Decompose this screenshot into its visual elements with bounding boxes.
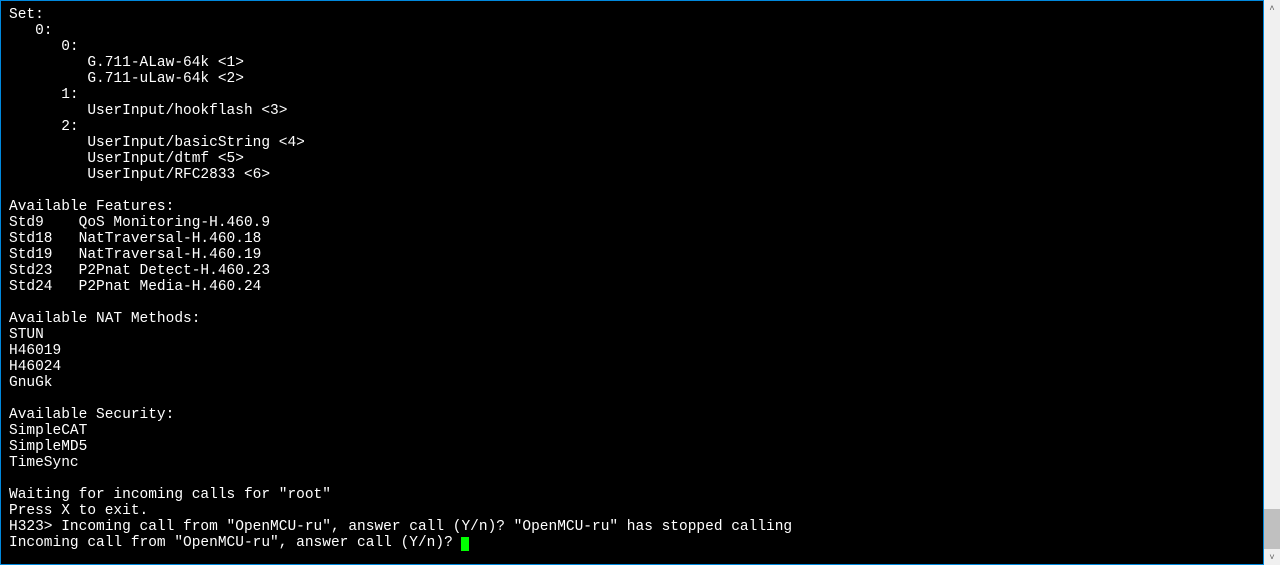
terminal-window: Set: 0: 0: G.711-ALaw-64k <1> G.711-uLaw… <box>0 0 1264 565</box>
scrollbar-thumb[interactable] <box>1264 509 1280 549</box>
cursor-icon <box>461 537 469 551</box>
terminal-lines: Set: 0: 0: G.711-ALaw-64k <1> G.711-uLaw… <box>9 7 792 535</box>
scroll-down-button[interactable]: ˅ <box>1264 549 1280 565</box>
vertical-scrollbar[interactable]: ˄ ˅ <box>1264 0 1280 565</box>
terminal-prompt: Incoming call from "OpenMCU-ru", answer … <box>9 535 461 551</box>
scroll-up-button[interactable]: ˄ <box>1264 0 1280 16</box>
chevron-down-icon: ˅ <box>1269 552 1274 562</box>
chevron-up-icon: ˄ <box>1269 3 1274 13</box>
terminal-output[interactable]: Set: 0: 0: G.711-ALaw-64k <1> G.711-uLaw… <box>1 1 1263 557</box>
